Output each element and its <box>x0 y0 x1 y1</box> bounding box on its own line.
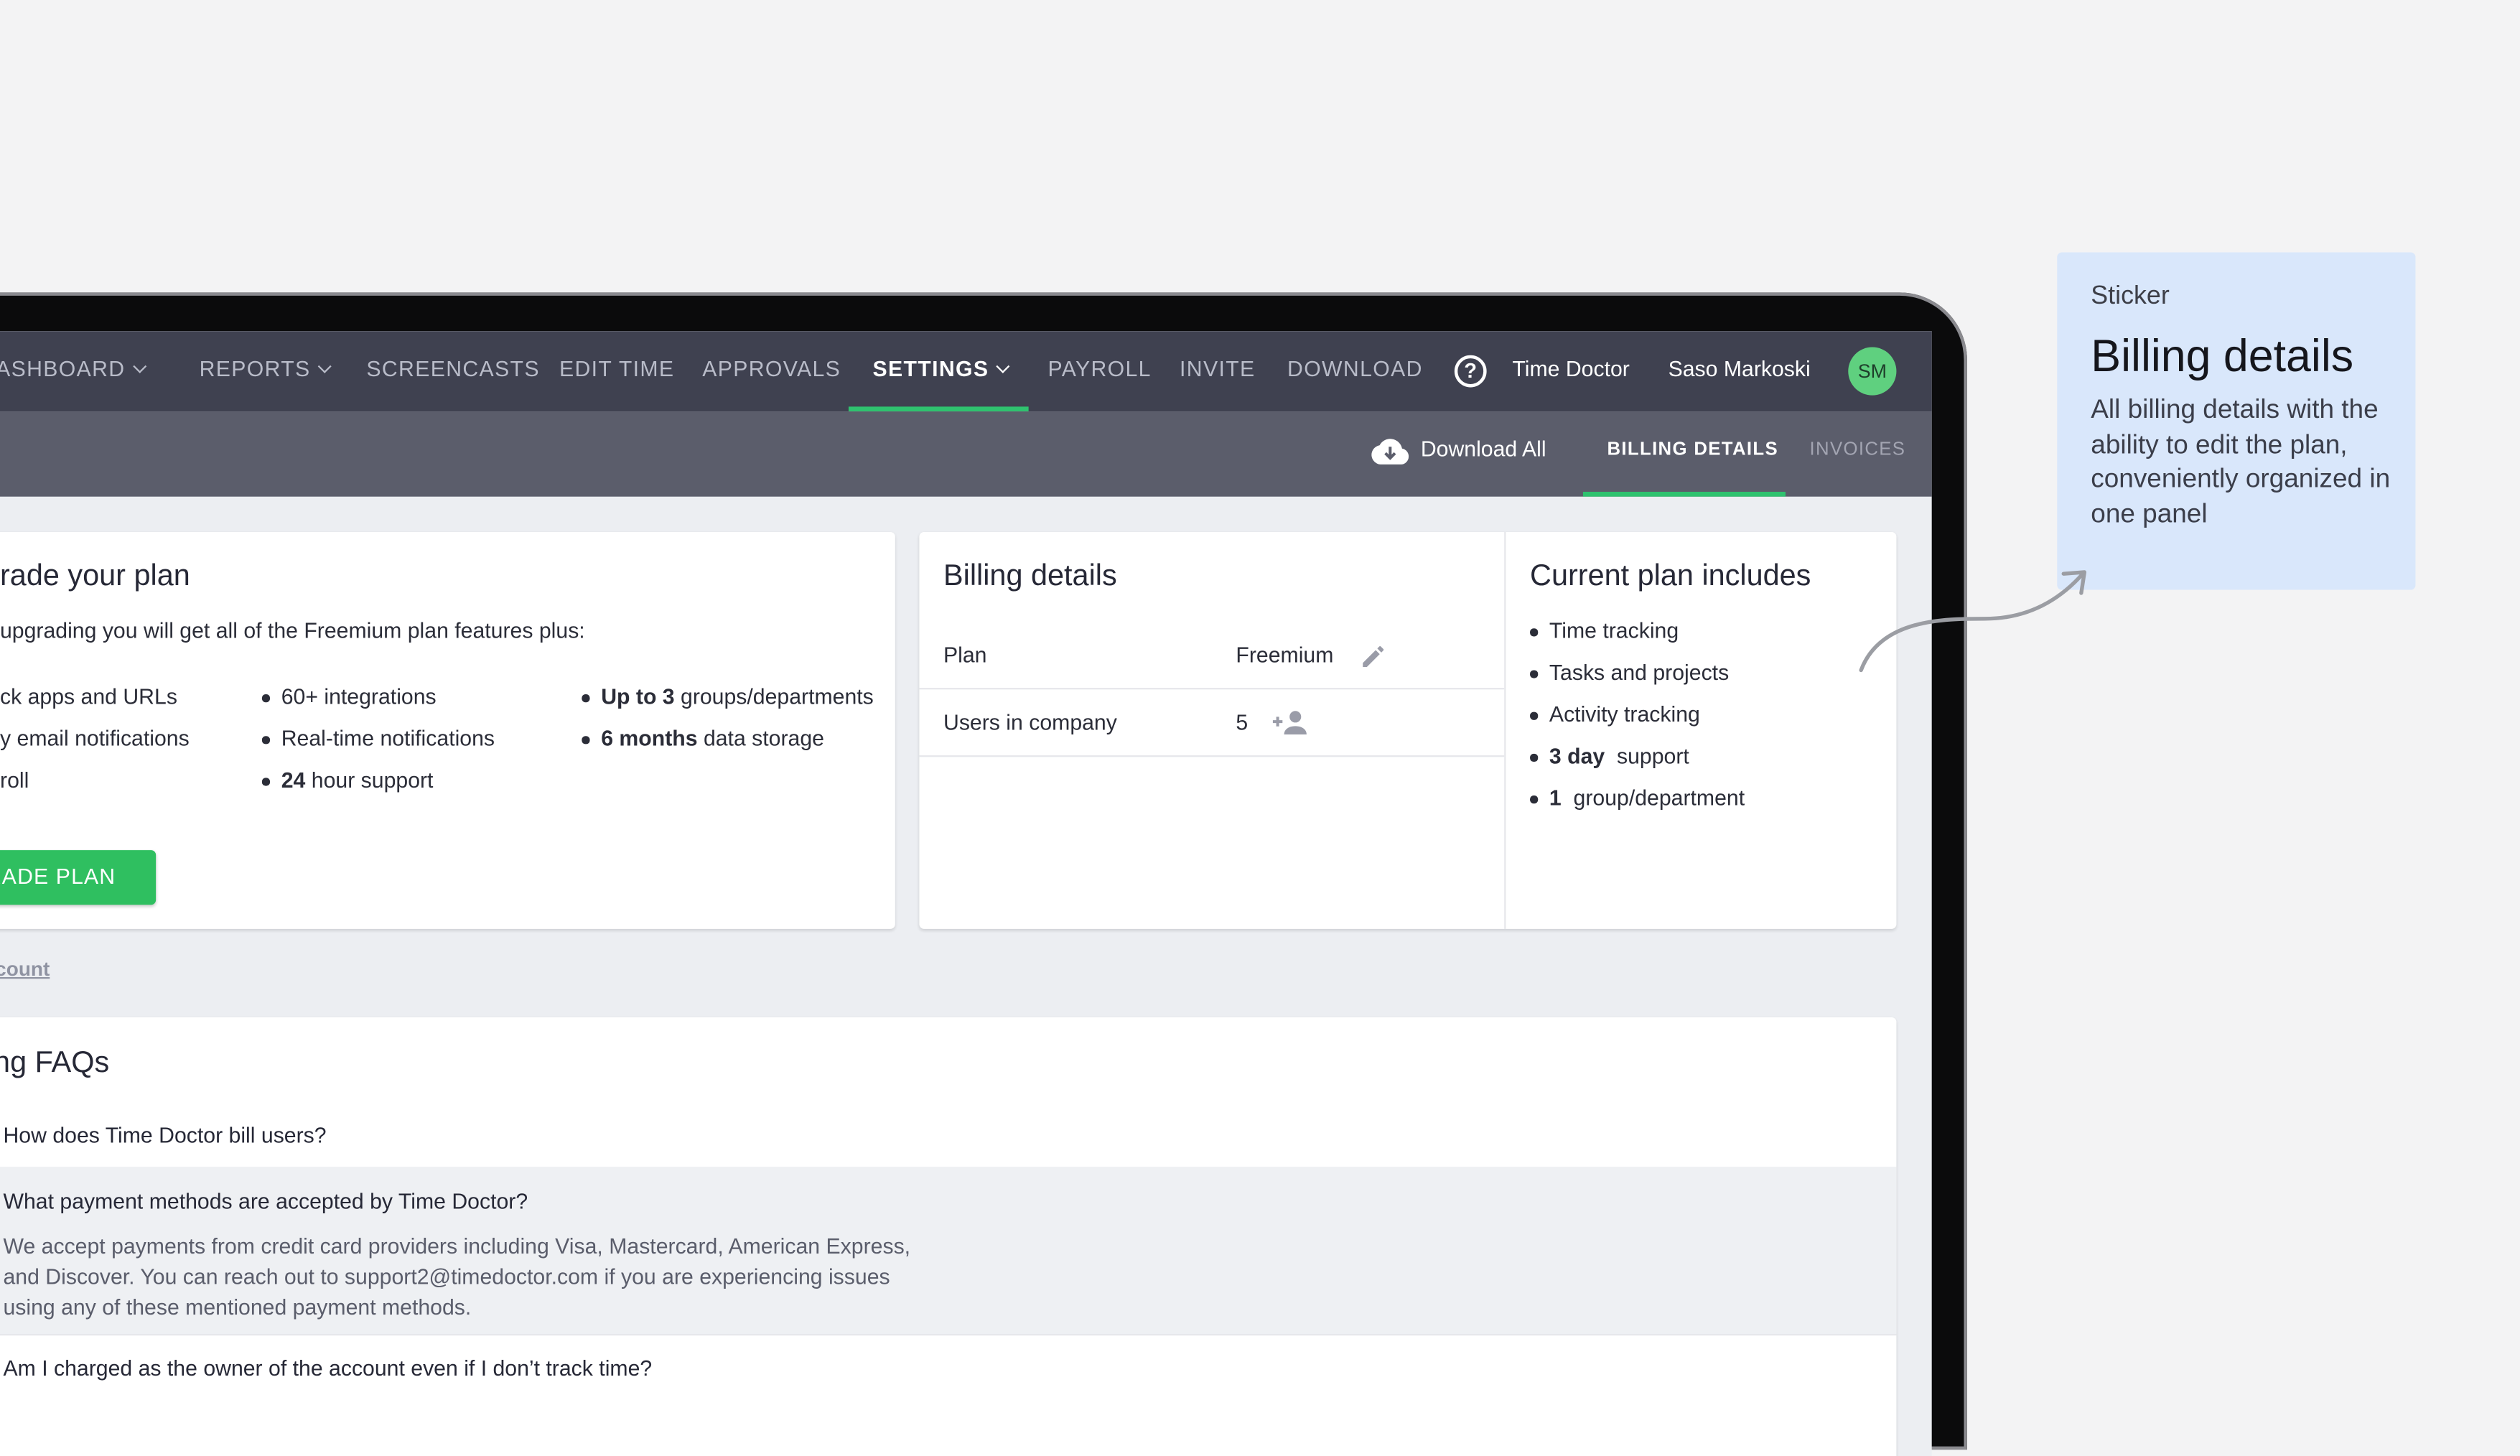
feature-item: y email notifications <box>0 726 190 751</box>
company-switcher[interactable]: Time Doctor <box>1512 331 1629 411</box>
divider <box>1504 531 1506 929</box>
divider <box>919 755 1505 757</box>
sticker-kicker: Sticker <box>2091 282 2170 311</box>
user-name[interactable]: Saso Markoski <box>1669 331 1811 411</box>
arrow-icon <box>1859 570 2087 673</box>
faq-answer-line: and Discover. You can reach out to suppo… <box>3 1264 890 1289</box>
bullet <box>1530 795 1538 803</box>
nav-invite[interactable]: INVITE <box>1180 331 1255 411</box>
nav-dashboard-label: DASHBOARD <box>0 356 126 381</box>
faq-question[interactable]: How does Time Doctor bill users? <box>3 1124 326 1148</box>
nav-download[interactable]: DOWNLOAD <box>1287 331 1423 411</box>
faq-answer-line: using any of these mentioned payment met… <box>3 1295 472 1320</box>
tab-invoices[interactable]: INVOICES <box>1810 440 1906 459</box>
nav-edit-time[interactable]: EDIT TIME <box>559 331 674 411</box>
plan-feature: Tasks and projects <box>1549 661 1730 685</box>
question-circle-icon[interactable]: ? <box>1454 355 1487 388</box>
nav-dashboard[interactable]: DASHBOARD <box>0 331 147 411</box>
feature-item: 60+ integrations <box>281 684 437 709</box>
feature-item: ck apps and URLs <box>0 684 177 709</box>
bullet <box>582 694 589 702</box>
nav-reports[interactable]: REPORTS <box>199 331 332 411</box>
nav-approvals[interactable]: APPROVALS <box>702 331 841 411</box>
sticker-title: Billing details <box>2091 331 2354 381</box>
feature-item: Real-time notifications <box>281 726 495 751</box>
chevron-down-icon <box>133 359 147 373</box>
plan-feature: 1 group/department <box>1549 785 1745 811</box>
nav-screencasts[interactable]: SCREENCASTS <box>366 331 539 411</box>
nav-settings-label: SETTINGS <box>872 356 989 381</box>
divider <box>0 1333 1897 1336</box>
feature-item: 6 months data storage <box>601 726 824 751</box>
bullet <box>1530 753 1538 761</box>
plan-feature: 3 day support <box>1549 744 1689 769</box>
upgrade-plan-button[interactable]: GRADE PLAN <box>0 850 157 905</box>
billing-title: Billing details <box>943 557 1117 592</box>
pencil-icon[interactable] <box>1360 641 1389 670</box>
bullet <box>261 694 269 702</box>
users-label: Users in company <box>943 710 1117 734</box>
feature-item: Up to 3 groups/departments <box>601 684 874 709</box>
cloud-download-icon[interactable] <box>1371 437 1409 466</box>
divider <box>919 688 1505 690</box>
cancel-account-link[interactable]: ccount <box>0 958 50 980</box>
chevron-down-icon <box>997 359 1011 373</box>
bullet <box>261 736 269 744</box>
bullet <box>1530 670 1538 678</box>
top-navigation: DASHBOARD REPORTS SCREENCASTS EDIT TIME … <box>0 331 1932 412</box>
plan-value: Freemium <box>1236 643 1334 667</box>
nav-settings[interactable]: SETTINGS <box>872 331 1011 411</box>
add-user-icon[interactable] <box>1271 709 1310 737</box>
feature-item: 24 hour support <box>281 768 434 793</box>
download-all-button[interactable]: Download All <box>1421 437 1546 462</box>
plan-feature: Time tracking <box>1549 618 1679 643</box>
faq-question[interactable]: Am I charged as the owner of the account… <box>3 1356 652 1381</box>
avatar[interactable]: SM <box>1848 347 1897 396</box>
users-value: 5 <box>1236 710 1249 734</box>
plan-feature: Activity tracking <box>1549 702 1700 727</box>
upgrade-title: rade your plan <box>0 557 190 592</box>
chevron-down-icon <box>318 359 332 373</box>
active-nav-indicator <box>848 406 1029 412</box>
upgrade-plan-button-label: GRADE PLAN <box>0 864 116 889</box>
active-tab-indicator <box>1582 491 1786 497</box>
sticker-body: All billing details with the ability to … <box>2091 395 2391 528</box>
bullet <box>1530 628 1538 636</box>
faq-answer-line: We accept payments from credit card prov… <box>3 1234 911 1259</box>
faq-title: ng FAQs <box>0 1045 110 1079</box>
plan-label: Plan <box>943 643 987 667</box>
nav-payroll[interactable]: PAYROLL <box>1048 331 1152 411</box>
current-plan-title: Current plan includes <box>1530 557 1811 592</box>
stage: DASHBOARD REPORTS SCREENCASTS EDIT TIME … <box>0 0 2520 1456</box>
bullet <box>261 778 269 785</box>
upgrade-intro: upgrading you will get all of the Freemi… <box>0 618 585 643</box>
faq-question[interactable]: What payment methods are accepted by Tim… <box>3 1189 528 1213</box>
app-screen: DASHBOARD REPORTS SCREENCASTS EDIT TIME … <box>0 331 1932 1456</box>
bullet <box>1530 711 1538 719</box>
tab-billing-details[interactable]: BILLING DETAILS <box>1607 440 1778 459</box>
bullet <box>582 736 589 744</box>
nav-reports-label: REPORTS <box>199 356 311 381</box>
feature-item: roll <box>0 768 29 793</box>
